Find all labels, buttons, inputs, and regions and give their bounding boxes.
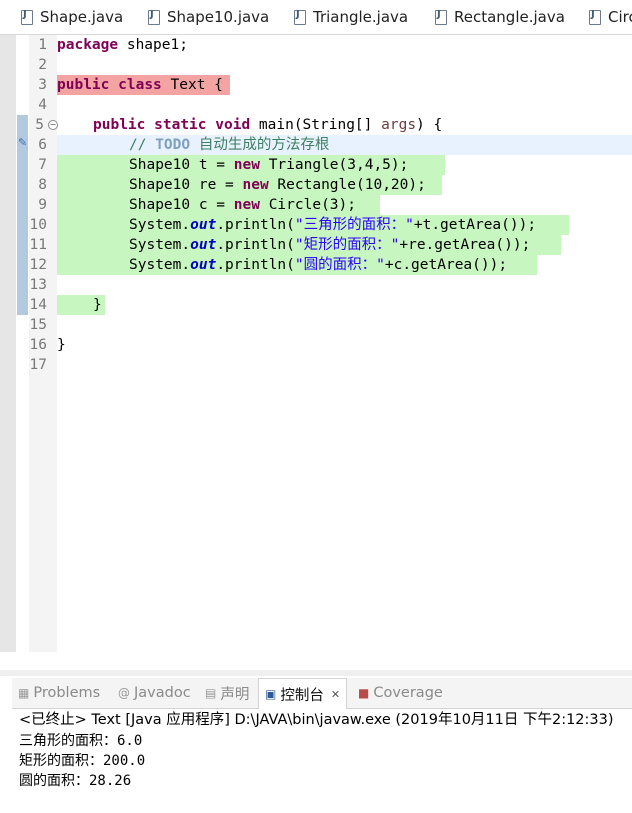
tab-label: Rectangle.java (454, 8, 565, 26)
tab-javadoc[interactable]: @ Javadoc (118, 678, 191, 708)
console-header: <已终止> Text [Java 应用程序] D:\JAVA\bin\javaw… (19, 712, 614, 728)
coverage-icon: ■ (358, 686, 370, 700)
editor-tab-bar: Shape.java Shape10.java Triangle.java Re… (0, 0, 632, 35)
line-number: 3 (38, 77, 47, 93)
line-number: 16 (29, 337, 47, 353)
line-number: 10 (29, 217, 47, 233)
console-output-line: 三角形的面积：6.0 (19, 733, 143, 749)
line-number: 5 (35, 117, 44, 133)
tab-rectangle-java[interactable]: Rectangle.java (435, 0, 565, 34)
code-line: } (93, 297, 102, 313)
tab-shape10-java[interactable]: Shape10.java (148, 0, 269, 34)
declaration-icon: ▤ (205, 686, 217, 700)
tab-shape-java[interactable]: Shape.java (21, 0, 123, 34)
console-view[interactable]: <已终止> Text [Java 应用程序] D:\JAVA\bin\javaw… (12, 709, 632, 813)
console-output-line: 圆的面积：28.26 (19, 773, 132, 789)
java-file-icon (148, 9, 160, 25)
tab-label: 声明 (220, 686, 250, 703)
tab-console[interactable]: ▣ 控制台 ✕ (258, 678, 348, 709)
java-file-icon (294, 9, 306, 25)
panel-separator[interactable] (0, 670, 632, 676)
line-number: 6 (38, 137, 47, 153)
tab-declaration[interactable]: ▤ 声明 (205, 678, 249, 708)
tab-label: Problems (33, 685, 101, 701)
tab-label: Shape10.java (167, 8, 270, 26)
problems-icon: ▦ (18, 686, 30, 700)
code-editor[interactable]: ✎ 1 2 3 4 5 6 7 8 9 10 11 12 13 14 15 16… (0, 35, 632, 652)
line-number: 14 (29, 297, 47, 313)
line-number: 8 (38, 177, 47, 193)
line-number: 12 (29, 257, 47, 273)
console-icon: ▣ (265, 687, 277, 701)
code-line: System.out.println("三角形的面积："+t.getArea()… (129, 217, 537, 233)
line-number: 13 (29, 277, 47, 293)
code-line: public class Text { (57, 77, 223, 93)
line-number: 11 (29, 237, 47, 253)
code-text-area[interactable]: package shape1; public class Text { publ… (57, 35, 632, 652)
console-output-line: 矩形的面积：200.0 (19, 753, 146, 769)
code-line: System.out.println("圆的面积："+c.getArea()); (129, 257, 508, 273)
line-number: 9 (38, 197, 47, 213)
code-line: Shape10 c = new Circle(3); (129, 197, 356, 213)
tab-triangle-java[interactable]: Triangle.java (294, 0, 408, 34)
tab-circle-java[interactable]: Circ (589, 0, 632, 34)
tab-label: 控制台 (280, 687, 324, 704)
tab-label: Circ (608, 8, 632, 26)
line-number: 17 (29, 357, 47, 373)
line-number: 15 (29, 317, 47, 333)
line-number: 4 (38, 97, 47, 113)
tab-label: Coverage (373, 685, 443, 701)
tab-problems[interactable]: ▦ Problems (18, 678, 100, 708)
java-file-icon (21, 9, 33, 25)
line-number: 2 (38, 57, 47, 73)
code-line: // TODO 自动生成的方法存根 (129, 137, 330, 153)
tab-label: Javadoc (134, 685, 191, 701)
tab-coverage[interactable]: ■ Coverage (358, 678, 443, 708)
code-line: package shape1; (57, 37, 188, 53)
code-line: Shape10 t = new Triangle(3,4,5); (129, 157, 409, 173)
javadoc-icon: @ (118, 686, 130, 700)
line-number: 1 (38, 37, 47, 53)
java-file-icon (589, 9, 601, 25)
close-icon[interactable]: ✕ (331, 688, 340, 701)
java-file-icon (435, 9, 447, 25)
code-line: System.out.println("矩形的面积："+re.getArea()… (129, 237, 531, 253)
tab-label: Triangle.java (313, 8, 409, 26)
bottom-panel-tab-bar: ▦ Problems @ Javadoc ▤ 声明 ▣ 控制台 ✕ ■ Cove… (12, 678, 632, 709)
code-line: } (57, 337, 66, 353)
tab-label: Shape.java (40, 8, 124, 26)
line-number: 7 (38, 157, 47, 173)
code-line: Shape10 re = new Rectangle(10,20); (129, 177, 426, 193)
code-line: public static void main(String[] args) { (93, 117, 443, 133)
